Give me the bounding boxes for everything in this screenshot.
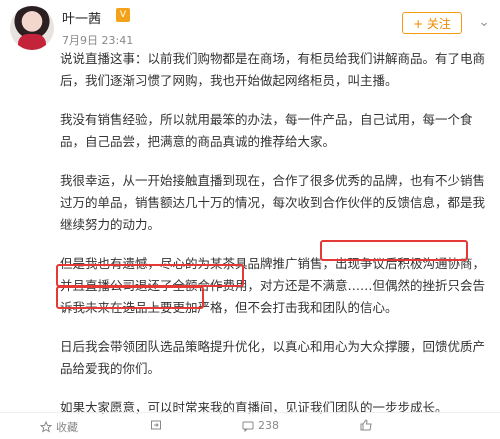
highlight-box bbox=[320, 240, 468, 261]
paragraph: 我没有销售经验，所以就用最笨的办法，每一件产品，自己试用，每一个食品，自己品尝，… bbox=[60, 112, 473, 149]
collect-label: 收藏 bbox=[56, 421, 78, 434]
star-icon bbox=[40, 421, 52, 433]
vip-badge-icon: V bbox=[116, 8, 130, 22]
follow-button[interactable]: + 关注 bbox=[402, 12, 462, 34]
repost-icon bbox=[151, 420, 161, 430]
repost-action[interactable] bbox=[150, 419, 166, 431]
post-timestamp[interactable]: 7月9日 23:41 bbox=[62, 32, 133, 48]
highlight-box bbox=[56, 264, 244, 287]
paragraph: 我很幸运，从一开始接触直播到现在，合作了很多优秀的品牌，也有不少销售过万的单品，… bbox=[60, 173, 486, 232]
paragraph: 说说直播这事：以前我们购物都是在商场，有柜员给我们讲解商品。有了电商后，我们逐渐… bbox=[60, 51, 486, 88]
thumbs-up-icon bbox=[360, 419, 372, 431]
author-name[interactable]: 叶一茜 bbox=[62, 8, 101, 27]
action-bar: 收藏 238 bbox=[0, 412, 500, 439]
collect-action[interactable]: 收藏 bbox=[40, 419, 78, 435]
comment-count: 238 bbox=[258, 419, 279, 432]
avatar[interactable] bbox=[10, 6, 54, 50]
chevron-down-icon[interactable]: ⌄ bbox=[478, 14, 490, 30]
highlight-box bbox=[56, 286, 204, 309]
comment-action[interactable]: 238 bbox=[242, 419, 279, 432]
paragraph: 日后我会带领团队选品策略提升优化，以真心和用心为大众撑腰，回馈优质产品给爱我的你… bbox=[60, 339, 486, 376]
comment-icon bbox=[242, 421, 254, 432]
like-action[interactable] bbox=[360, 419, 376, 431]
